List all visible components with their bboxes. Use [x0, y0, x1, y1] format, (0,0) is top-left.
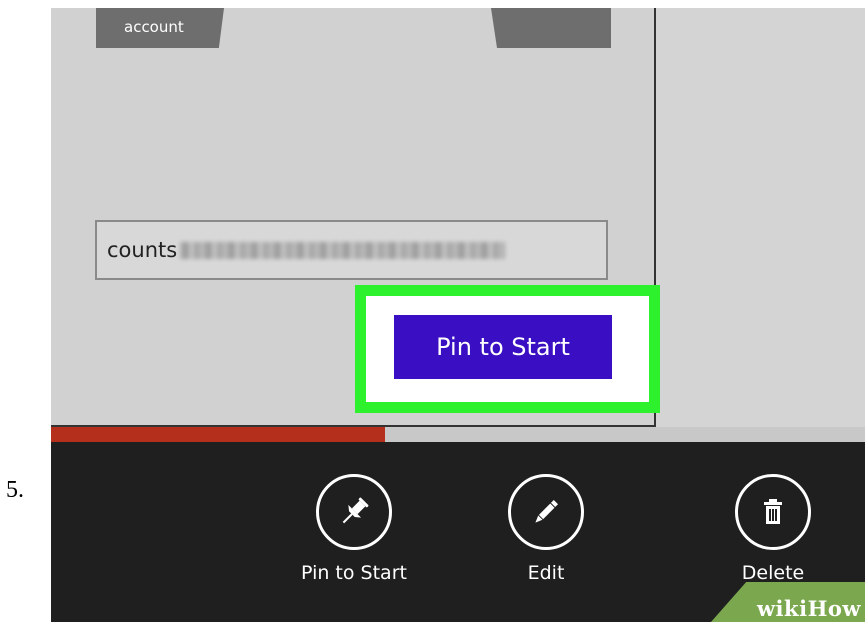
app-bar-pin-label: Pin to Start	[301, 562, 407, 584]
pin-to-start-button[interactable]: Pin to Start	[394, 315, 612, 379]
trash-icon	[735, 474, 811, 550]
background-area	[656, 8, 865, 442]
account-dialog: account counts Pin to Start	[51, 8, 660, 427]
account-tile-label: account	[124, 18, 184, 36]
email-text: counts	[107, 238, 178, 262]
progress-bar-fill	[51, 427, 385, 442]
tile[interactable]	[491, 8, 611, 48]
email-field[interactable]: counts	[95, 220, 608, 280]
app-bar-delete-button[interactable]: Delete	[708, 474, 838, 584]
app-bar-pin-button[interactable]: Pin to Start	[289, 474, 419, 584]
account-tile[interactable]: account	[96, 8, 224, 48]
watermark-text: wikiHow	[756, 595, 861, 621]
app-screen: account counts Pin to Start Pin to Start…	[51, 8, 865, 622]
app-bar-edit-label: Edit	[527, 562, 565, 584]
pin-icon	[316, 474, 392, 550]
app-bar-delete-label: Delete	[741, 562, 805, 584]
step-number: 5.	[6, 477, 24, 503]
progress-bar	[51, 427, 865, 442]
pencil-icon	[508, 474, 584, 550]
blurred-email	[180, 241, 506, 259]
app-bar-edit-button[interactable]: Edit	[481, 474, 611, 584]
